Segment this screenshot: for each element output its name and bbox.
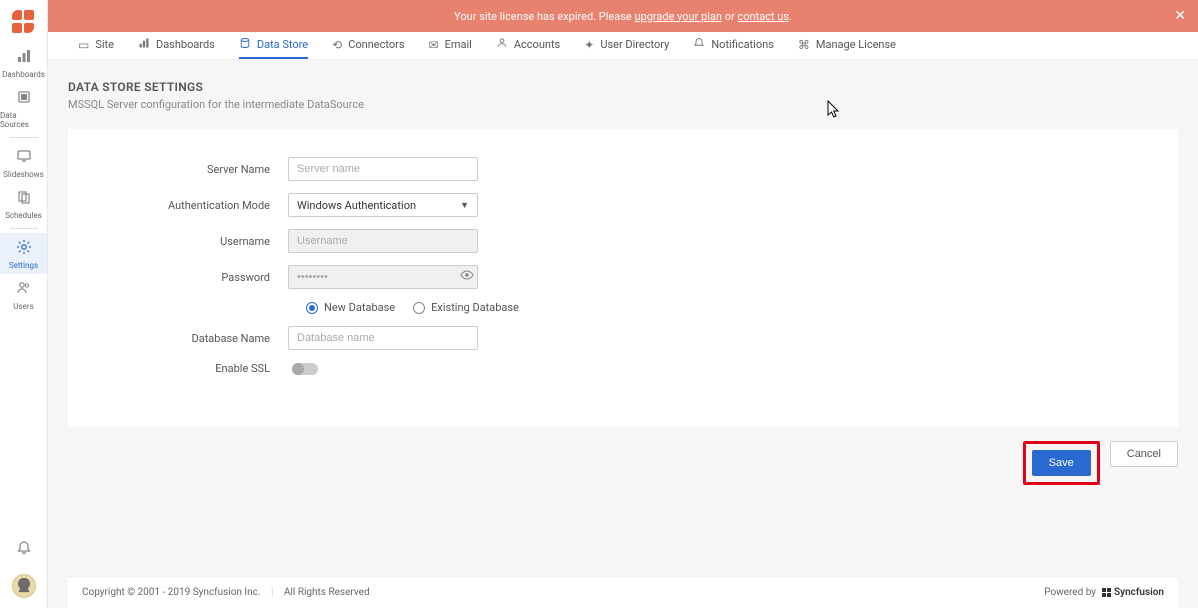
account-icon xyxy=(496,37,508,52)
tab-connectors[interactable]: ⟲Connectors xyxy=(332,32,404,59)
bars-icon xyxy=(16,48,32,68)
sidebar-item-schedules[interactable]: Schedules xyxy=(0,183,47,224)
notifications-bell-icon[interactable] xyxy=(16,540,32,560)
sidebar-item-label: Users xyxy=(13,302,33,311)
sidebar-item-label: Schedules xyxy=(5,211,42,220)
site-icon: ▭ xyxy=(78,38,89,52)
contact-link[interactable]: contact us xyxy=(737,10,789,23)
tab-accounts[interactable]: Accounts xyxy=(496,32,560,59)
license-icon: ⌘ xyxy=(798,38,810,52)
label-username: Username xyxy=(108,235,288,248)
password-input xyxy=(288,265,478,289)
label-password: Password xyxy=(108,271,288,284)
settings-tabs: ▭Site Dashboards Data Store ⟲Connectors … xyxy=(48,32,1198,60)
upgrade-link[interactable]: upgrade your plan xyxy=(634,10,722,23)
action-bar: Save Cancel xyxy=(68,441,1178,485)
link-icon: ⟲ xyxy=(332,38,342,52)
enable-ssl-toggle[interactable] xyxy=(292,363,318,375)
label-auth-mode: Authentication Mode xyxy=(108,199,288,212)
close-banner-icon[interactable]: ✕ xyxy=(1174,8,1186,24)
sidebar-item-label: Data Sources xyxy=(0,111,47,129)
sidebar-item-datasources[interactable]: Data Sources xyxy=(0,83,47,133)
cancel-button[interactable]: Cancel xyxy=(1110,441,1178,467)
page-title: DATA STORE SETTINGS xyxy=(68,80,1178,94)
syncfusion-logo[interactable]: Syncfusion xyxy=(1102,587,1164,598)
chevron-down-icon: ▼ xyxy=(460,200,469,211)
radio-existing-database[interactable]: Existing Database xyxy=(413,301,519,314)
auth-mode-select[interactable]: Windows Authentication ▼ xyxy=(288,193,478,217)
copy-icon xyxy=(16,189,32,209)
bell-icon xyxy=(693,37,705,52)
server-name-input[interactable] xyxy=(288,157,478,181)
sidebar-item-label: Slideshows xyxy=(3,170,44,179)
footer: Copyright © 2001 - 2019 Syncfusion Inc. … xyxy=(68,576,1178,608)
footer-powered: Powered by xyxy=(1044,587,1096,598)
page-header: DATA STORE SETTINGS MSSQL Server configu… xyxy=(68,80,1178,111)
sidebar-item-slideshows[interactable]: Slideshows xyxy=(0,142,47,183)
footer-copyright: Copyright © 2001 - 2019 Syncfusion Inc. xyxy=(82,587,261,598)
username-input xyxy=(288,229,478,253)
datasource-icon xyxy=(16,89,32,109)
sidebar-item-dashboards[interactable]: Dashboards xyxy=(0,42,47,83)
auth-mode-value: Windows Authentication xyxy=(297,199,416,212)
label-enable-ssl: Enable SSL xyxy=(108,362,288,375)
mail-icon: ✉ xyxy=(429,38,439,52)
users-icon xyxy=(16,280,32,300)
tab-userdirectory[interactable]: ✦User Directory xyxy=(584,32,669,59)
save-button[interactable]: Save xyxy=(1032,450,1091,476)
sidebar-item-users[interactable]: Users xyxy=(0,274,47,315)
eye-icon[interactable] xyxy=(460,268,474,285)
datastore-icon xyxy=(239,37,251,52)
banner-text: Your site license has expired. Please up… xyxy=(454,10,792,23)
page-subtitle: MSSQL Server configuration for the inter… xyxy=(68,98,1178,111)
tab-site[interactable]: ▭Site xyxy=(78,32,114,59)
label-server-name: Server Name xyxy=(108,163,288,176)
directory-icon: ✦ xyxy=(584,38,594,52)
sidebar-item-label: Settings xyxy=(9,261,38,270)
divider xyxy=(10,137,38,138)
license-banner: Your site license has expired. Please up… xyxy=(48,0,1198,32)
tab-email[interactable]: ✉Email xyxy=(429,32,472,59)
label-database-name: Database Name xyxy=(108,332,288,345)
save-highlight: Save xyxy=(1023,441,1100,485)
tab-datastore[interactable]: Data Store xyxy=(239,32,308,59)
divider xyxy=(10,228,38,229)
sidebar-item-settings[interactable]: Settings xyxy=(0,233,47,274)
gear-icon xyxy=(16,239,32,259)
sidebar-item-label: Dashboards xyxy=(2,70,45,79)
sidebar: Dashboards Data Sources Slideshows Sched… xyxy=(0,0,48,608)
bars-icon xyxy=(138,37,150,52)
tab-notifications[interactable]: Notifications xyxy=(693,32,774,59)
settings-panel: Server Name Authentication Mode Windows … xyxy=(68,129,1178,427)
monitor-icon xyxy=(16,148,32,168)
footer-rights: All Rights Reserved xyxy=(284,587,370,598)
database-name-input[interactable] xyxy=(288,326,478,350)
app-logo[interactable] xyxy=(12,10,36,34)
user-avatar[interactable] xyxy=(12,574,36,598)
radio-new-database[interactable]: New Database xyxy=(306,301,395,314)
tab-dashboards[interactable]: Dashboards xyxy=(138,32,215,59)
tab-managelicense[interactable]: ⌘Manage License xyxy=(798,32,896,59)
